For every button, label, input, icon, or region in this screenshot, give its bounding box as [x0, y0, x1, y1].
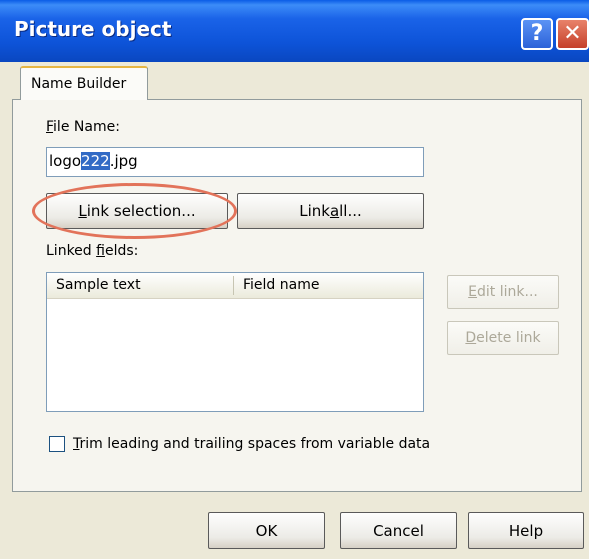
linked-fields-label: Linked fields:: [46, 243, 139, 259]
ok-button[interactable]: OK: [208, 512, 325, 549]
link-all-button[interactable]: Link a ll...: [237, 193, 424, 229]
tab-name-builder[interactable]: Name Builder: [20, 66, 148, 100]
tab-label: Name Builder: [31, 76, 127, 92]
edit-link-button[interactable]: Edit link...: [447, 275, 559, 309]
file-name-text-after: .jpg: [109, 152, 138, 170]
file-name-input[interactable]: logo222.jpg: [46, 147, 424, 177]
file-name-label: File Name:: [46, 119, 120, 135]
picture-object-dialog: Picture object ? ✕ Name Builder File Nam…: [0, 0, 589, 559]
title-bar[interactable]: Picture object ? ✕: [0, 0, 589, 62]
list-header: Sample text Field name: [47, 273, 423, 299]
file-name-selected-text: 222: [81, 152, 110, 170]
column-field-name[interactable]: Field name: [243, 277, 319, 293]
trim-spaces-checkbox[interactable]: [49, 436, 65, 452]
cancel-button[interactable]: Cancel: [340, 512, 457, 549]
help-button[interactable]: Help: [468, 512, 584, 549]
delete-link-button[interactable]: Delete link: [447, 321, 559, 355]
file-name-text-before: logo: [49, 152, 82, 170]
column-sample-text[interactable]: Sample text: [56, 277, 141, 293]
help-icon[interactable]: ?: [521, 18, 553, 50]
close-icon[interactable]: ✕: [556, 18, 589, 50]
linked-fields-list[interactable]: Sample text Field name: [46, 272, 424, 412]
link-selection-button[interactable]: Link selection...: [46, 193, 228, 229]
column-separator[interactable]: [233, 276, 234, 295]
trim-spaces-label[interactable]: Trim leading and trailing spaces from va…: [73, 436, 430, 452]
window-title: Picture object: [14, 17, 172, 41]
